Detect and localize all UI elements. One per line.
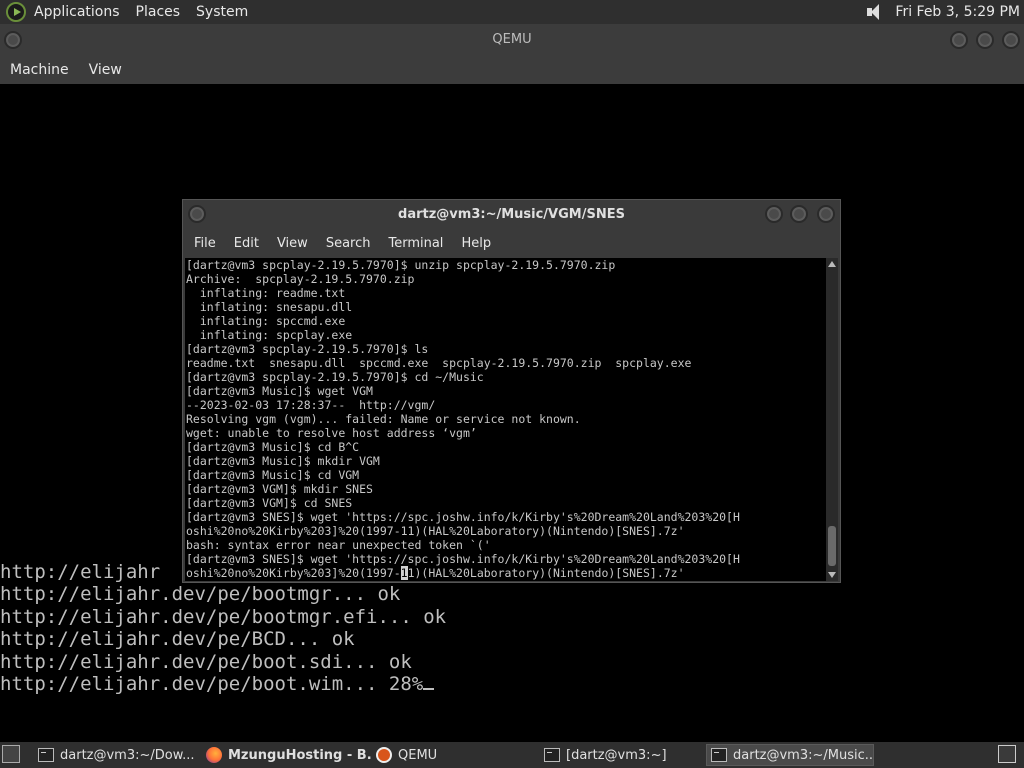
scroll-down-arrow-icon[interactable] (828, 572, 836, 578)
show-desktop-icon[interactable] (2, 745, 20, 763)
terminal-line: inflating: snesapu.dll (186, 300, 353, 314)
close-button[interactable] (1002, 31, 1020, 49)
taskbar-item-terminal-music[interactable]: dartz@vm3:~/Music... (706, 744, 874, 766)
taskbar-item-label: QEMU (398, 747, 438, 763)
terminal-line: [dartz@vm3 VGM]$ cd SNES (186, 496, 353, 510)
menu-view[interactable]: View (79, 62, 132, 78)
terminal-icon (38, 748, 54, 762)
terminal-close-button[interactable] (817, 205, 835, 223)
boot-line: http://elijahr (0, 561, 161, 583)
terminal-menu-help[interactable]: Help (452, 236, 500, 251)
boot-line: http://elijahr.dev/pe/boot.sdi... ok (0, 651, 412, 673)
qemu-titlebar: QEMU (0, 24, 1024, 56)
distro-logo-icon[interactable] (6, 2, 26, 22)
boot-line-text: http://elijahr.dev/pe/boot.wim... 28% (0, 673, 424, 695)
text-cursor (423, 688, 435, 690)
terminal-line: [dartz@vm3 spcplay-2.19.5.7970]$ unzip s… (186, 258, 616, 272)
terminal-line: inflating: readme.txt (186, 286, 346, 300)
qemu-icon (376, 747, 392, 763)
terminal-line: [dartz@vm3 VGM]$ mkdir SNES (186, 482, 373, 496)
boot-line: http://elijahr.dev/pe/bootmgr.efi... ok (0, 606, 447, 628)
menu-applications[interactable]: Applications (26, 4, 128, 20)
terminal-scrollbar[interactable] (826, 258, 838, 581)
input-after-cursor: 1)(HAL%20Laboratory)(Nintendo)[SNES].7z' (407, 566, 685, 580)
terminal-line: bash: syntax error near unexpected token… (186, 538, 491, 552)
terminal-window[interactable]: dartz@vm3:~/Music/VGM/SNES File Edit Vie… (182, 199, 841, 583)
terminal-input-line[interactable]: oshi%20no%20Kirby%203]%20(1997-11)(HAL%2… (185, 566, 828, 580)
terminal-line: [dartz@vm3 Music]$ cd B^C (186, 440, 360, 454)
terminal-line: oshi%20no%20Kirby%203]%20(1997-11)(HAL%2… (186, 524, 685, 538)
terminal-menubar: File Edit View Search Terminal Help (183, 230, 840, 257)
menu-system[interactable]: System (188, 4, 256, 20)
terminal-line: [dartz@vm3 Music]$ mkdir VGM (186, 454, 380, 468)
taskbar-item-terminal-home[interactable]: [dartz@vm3:~] (540, 744, 700, 766)
boot-line: http://elijahr.dev/pe/bootmgr... ok (0, 583, 401, 605)
terminal-line: inflating: spccmd.exe (186, 314, 346, 328)
terminal-menu-view[interactable]: View (268, 236, 317, 251)
terminal-icon (544, 748, 560, 762)
terminal-line: [dartz@vm3 SNES]$ wget 'https://spc.josh… (186, 510, 740, 524)
taskbar-item-label: dartz@vm3:~/Music... (733, 747, 874, 763)
volume-icon[interactable] (865, 3, 887, 21)
terminal-line: readme.txt snesapu.dll spccmd.exe spcpla… (186, 356, 692, 370)
qemu-title: QEMU (492, 32, 532, 47)
clock[interactable]: Fri Feb 3, 5:29 PM (895, 4, 1020, 20)
terminal-line: [dartz@vm3 Music]$ wget VGM (186, 384, 373, 398)
top-panel: Applications Places System Fri Feb 3, 5:… (0, 0, 1024, 24)
scrollbar-thumb[interactable] (828, 526, 836, 566)
terminal-cursor: 1 (400, 566, 408, 580)
terminal-title: dartz@vm3:~/Music/VGM/SNES (398, 207, 625, 222)
taskbar-item-firefox[interactable]: MzunguHosting - B... (202, 744, 372, 766)
scroll-up-arrow-icon[interactable] (828, 261, 836, 267)
terminal-menu-terminal[interactable]: Terminal (379, 236, 452, 251)
terminal-menu-edit[interactable]: Edit (225, 236, 268, 251)
terminal-line: [dartz@vm3 spcplay-2.19.5.7970]$ cd ~/Mu… (186, 370, 484, 384)
terminal-line: --2023-02-03 17:28:37-- http://vgm/ (186, 398, 436, 412)
terminal-line: Resolving vgm (vgm)... failed: Name or s… (186, 412, 581, 426)
terminal-menu-search[interactable]: Search (317, 236, 380, 251)
terminal-minimize-button[interactable] (765, 205, 783, 223)
boot-line: http://elijahr.dev/pe/BCD... ok (0, 628, 355, 650)
terminal-window-menu-button[interactable] (188, 205, 206, 223)
terminal-menu-file[interactable]: File (185, 236, 225, 251)
taskbar-item-label: MzunguHosting - B... (228, 747, 372, 763)
terminal-line: inflating: spcplay.exe (186, 328, 353, 342)
taskbar-item-label: [dartz@vm3:~] (566, 747, 667, 763)
terminal-maximize-button[interactable] (790, 205, 808, 223)
terminal-line: [dartz@vm3 Music]$ cd VGM (186, 468, 360, 482)
taskbar-item-label: dartz@vm3:~/Dow... (60, 747, 194, 763)
terminal-titlebar[interactable]: dartz@vm3:~/Music/VGM/SNES (183, 200, 840, 230)
menu-places[interactable]: Places (128, 4, 189, 20)
taskbar-item-qemu[interactable]: QEMU (372, 744, 532, 766)
window-menu-button[interactable] (4, 31, 22, 49)
terminal-line: wget: unable to resolve host address ‘vg… (186, 426, 477, 440)
taskbar-item-terminal-downloads[interactable]: dartz@vm3:~/Dow... (34, 744, 194, 766)
trash-icon[interactable] (998, 745, 1016, 763)
terminal-line: Archive: spcplay-2.19.5.7970.zip (186, 272, 415, 286)
terminal-icon (711, 748, 727, 762)
menu-machine[interactable]: Machine (0, 62, 79, 78)
terminal-line: [dartz@vm3 spcplay-2.19.5.7970]$ ls (186, 342, 429, 356)
firefox-icon (206, 747, 222, 763)
bottom-panel: dartz@vm3:~/Dow... MzunguHosting - B... … (0, 742, 1024, 768)
maximize-button[interactable] (976, 31, 994, 49)
qemu-menubar: Machine View (0, 56, 1024, 84)
minimize-button[interactable] (950, 31, 968, 49)
terminal-line: [dartz@vm3 SNES]$ wget 'https://spc.josh… (186, 552, 740, 566)
boot-line-progress: http://elijahr.dev/pe/boot.wim... 28% (0, 673, 435, 696)
input-before-cursor: oshi%20no%20Kirby%203]%20(1997- (186, 566, 401, 580)
terminal-output[interactable]: [dartz@vm3 spcplay-2.19.5.7970]$ unzip s… (185, 258, 828, 581)
